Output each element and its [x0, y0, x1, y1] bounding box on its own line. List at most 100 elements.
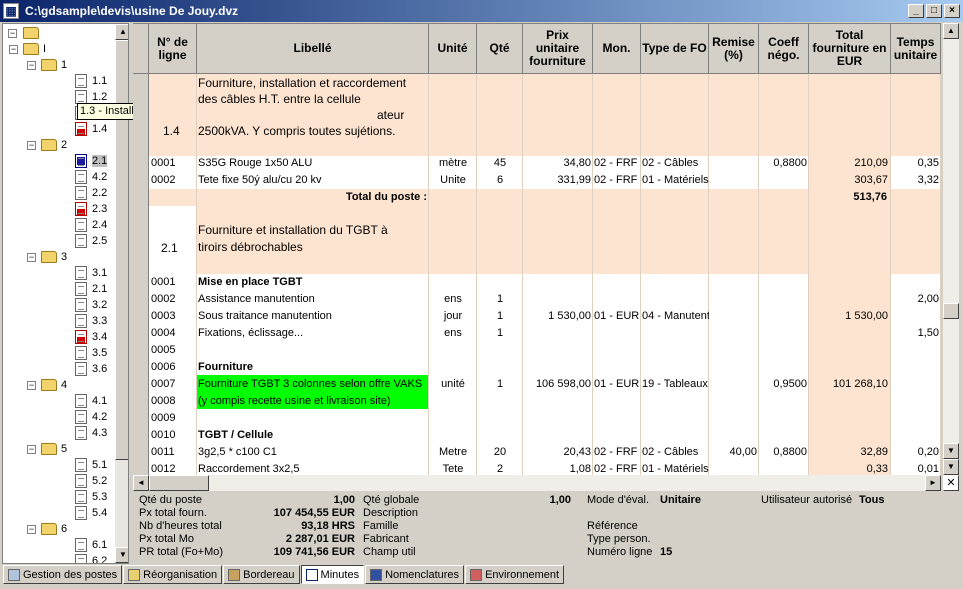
cell-tot[interactable] [809, 393, 888, 410]
cell-m[interactable]: 01 - EUR [594, 376, 641, 393]
cell-n[interactable]: 0009 [151, 410, 195, 427]
grid-vscrollbar[interactable]: ▲ ▼ ▼ [943, 23, 959, 475]
cell-tu[interactable]: 0,20 [891, 444, 939, 461]
cell-tot[interactable]: 1 530,00 [809, 308, 888, 325]
column-header-remise[interactable]: Remise (%) [709, 24, 759, 74]
cell-c[interactable] [759, 427, 807, 444]
cell-m[interactable]: 02 - FRF [594, 444, 641, 461]
cell-t[interactable] [642, 291, 709, 308]
tree-item-chapter[interactable]: 3 [41, 249, 67, 265]
cell-p[interactable]: 1 530,00 [523, 308, 591, 325]
cell-tot[interactable] [809, 274, 888, 291]
cell-r[interactable] [709, 342, 757, 359]
cell-c[interactable] [759, 461, 807, 475]
tree-item-poste[interactable]: 4.2 [75, 409, 107, 425]
cell-n[interactable]: 0010 [151, 427, 195, 444]
cell-c[interactable]: 0,8800 [759, 444, 807, 461]
cell-p[interactable] [523, 427, 591, 444]
tree-item-poste[interactable]: 2.5 [75, 233, 107, 249]
cell-r[interactable] [709, 427, 757, 444]
tree-item-poste[interactable]: 6.2 [75, 553, 107, 563]
tab-nomenclatures[interactable]: Nomenclatures [365, 565, 465, 584]
cell-p[interactable] [523, 325, 591, 342]
tab-environnement[interactable]: Environnement [465, 565, 565, 584]
cell-n[interactable]: 0002 [151, 291, 195, 308]
tree-item-poste[interactable]: 2.1 [75, 153, 108, 169]
cell-p[interactable] [523, 410, 591, 427]
cell-r[interactable]: 40,00 [709, 444, 757, 461]
minimize-button[interactable]: _ [908, 4, 924, 18]
cell-m[interactable] [594, 342, 641, 359]
tree-item-poste[interactable]: 2.3 [75, 201, 107, 217]
tree-item-chapter[interactable]: 1 [41, 57, 67, 73]
tree-item-chapter[interactable]: 4 [41, 377, 67, 393]
cell-u[interactable]: Unite [429, 172, 477, 189]
cell-c[interactable] [759, 410, 807, 427]
tree-item-poste[interactable]: 3.5 [75, 345, 107, 361]
cell-c[interactable] [759, 308, 807, 325]
cell-tu[interactable] [891, 393, 939, 410]
cell-tu[interactable]: 3,32 [891, 172, 939, 189]
cell-t[interactable] [642, 274, 709, 291]
cell-t[interactable] [642, 359, 709, 376]
tree-item-poste[interactable]: 3.4 [75, 329, 107, 345]
cell-r[interactable] [709, 325, 757, 342]
cell-u[interactable]: mètre [429, 155, 477, 172]
maximize-button[interactable]: □ [926, 4, 942, 18]
cell-n[interactable]: 0005 [151, 342, 195, 359]
scroll-left-icon[interactable]: ◄ [133, 475, 149, 491]
column-header-libelle[interactable]: Libellé [197, 24, 429, 74]
tree-item-poste[interactable]: 2.2 [75, 185, 107, 201]
cell-u[interactable] [429, 342, 477, 359]
tree-item-poste[interactable]: 4.3 [75, 425, 107, 441]
cell-m[interactable] [594, 427, 641, 444]
cell-u[interactable] [429, 410, 477, 427]
cell-tot[interactable]: 32,89 [809, 444, 888, 461]
cell-c[interactable] [759, 291, 807, 308]
cell-q[interactable] [477, 342, 523, 359]
cell-t[interactable]: 04 - Manutent [642, 308, 709, 325]
tree-item-poste[interactable]: 3.1 [75, 265, 107, 281]
cell-q[interactable]: 1 [477, 376, 523, 393]
column-header-ligne[interactable]: N° de ligne [149, 24, 197, 74]
collapse-icon[interactable]: − [27, 445, 36, 454]
cell-r[interactable] [709, 155, 757, 172]
cell-tot[interactable]: 210,09 [809, 155, 888, 172]
tree-item-poste[interactable]: 5.3 [75, 489, 107, 505]
collapse-icon[interactable]: − [27, 525, 36, 534]
tree-item-poste[interactable]: 5.4 [75, 505, 107, 521]
cell-tot[interactable]: 303,67 [809, 172, 888, 189]
cell-q[interactable] [477, 274, 523, 291]
cell-p[interactable] [523, 359, 591, 376]
cell-r[interactable] [709, 359, 757, 376]
cell-tu[interactable]: 0,35 [891, 155, 939, 172]
tree-root[interactable] [23, 25, 43, 41]
cell-c[interactable] [759, 325, 807, 342]
cell-r[interactable] [709, 308, 757, 325]
cell-tu[interactable]: 1,50 [891, 325, 939, 342]
cell-r[interactable] [709, 274, 757, 291]
tree-item-poste[interactable]: 1.1 [75, 73, 107, 89]
cell-m[interactable] [594, 410, 641, 427]
cell-n[interactable]: 0011 [151, 444, 195, 461]
cell-c[interactable]: 0,8800 [759, 155, 807, 172]
cell-q[interactable] [477, 410, 523, 427]
cell-u[interactable] [429, 274, 477, 291]
cell-t[interactable] [642, 393, 709, 410]
cell-q[interactable]: 6 [477, 172, 523, 189]
cell-r[interactable] [709, 393, 757, 410]
cell-c[interactable]: 0,9500 [759, 376, 807, 393]
cell-lib[interactable]: (y compis recette usine et livraison sit… [198, 393, 428, 410]
cell-c[interactable] [759, 342, 807, 359]
cell-c[interactable] [759, 359, 807, 376]
cell-q[interactable]: 45 [477, 155, 523, 172]
cell-n[interactable]: 0001 [151, 155, 195, 172]
cell-p[interactable] [523, 393, 591, 410]
cell-p[interactable]: 20,43 [523, 444, 591, 461]
cell-r[interactable] [709, 291, 757, 308]
cell-tot[interactable] [809, 359, 888, 376]
collapse-icon[interactable]: − [9, 45, 18, 54]
cell-c[interactable] [759, 172, 807, 189]
cell-p[interactable] [523, 342, 591, 359]
cell-u[interactable] [429, 359, 477, 376]
